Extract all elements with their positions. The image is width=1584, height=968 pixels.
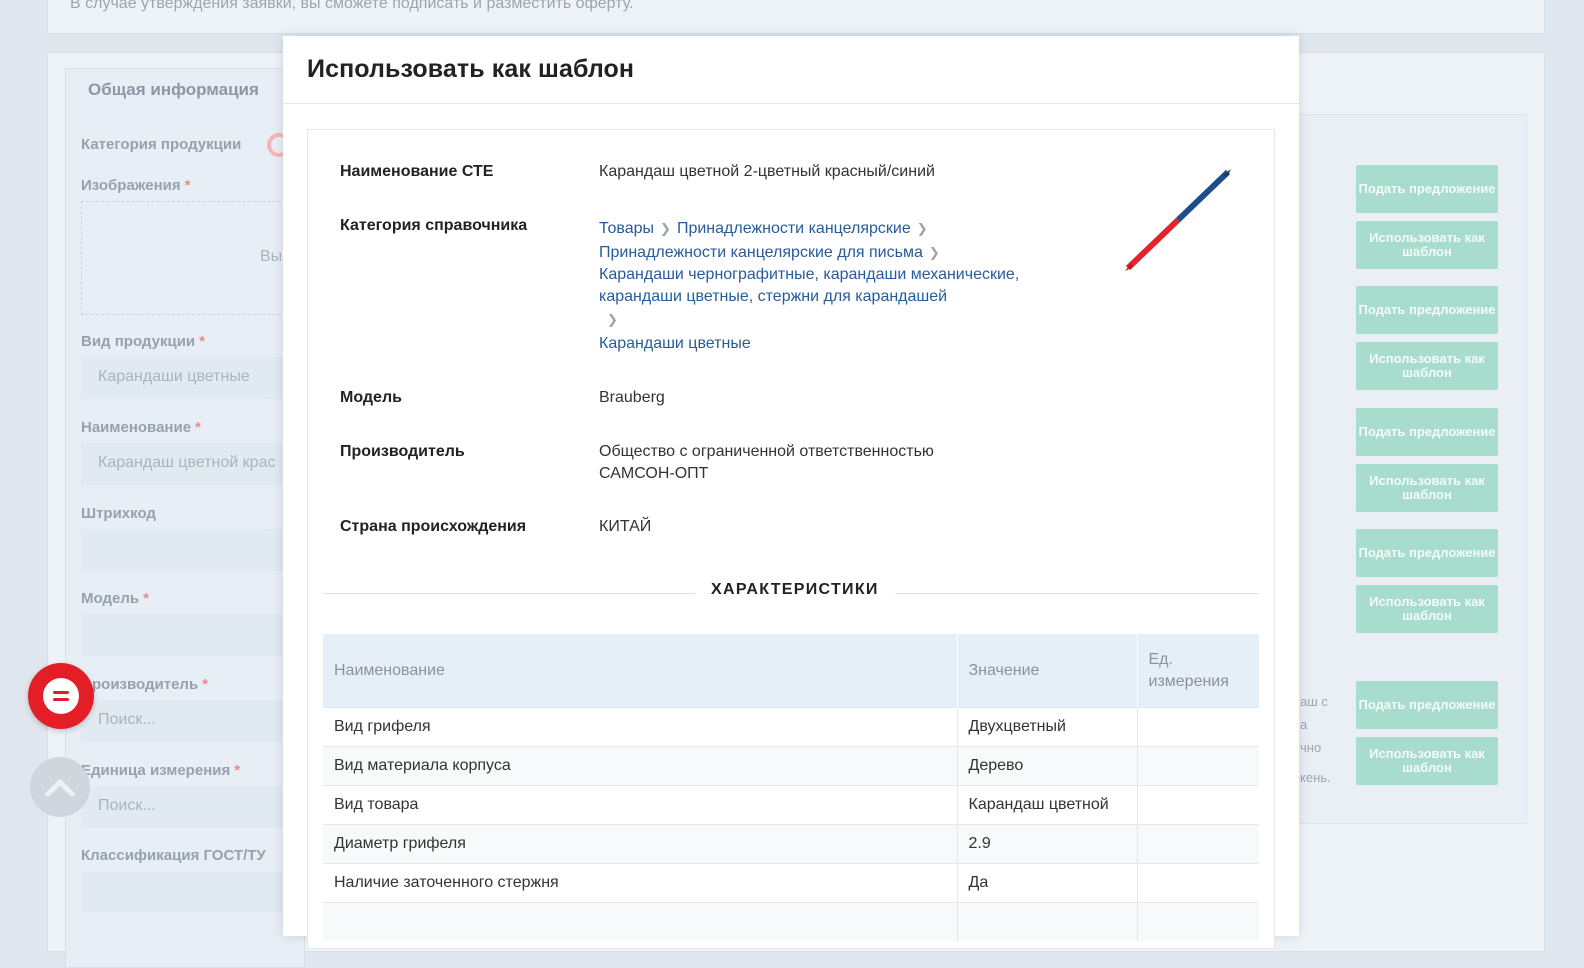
table-row: Вид грифеля Двухцветный xyxy=(323,707,1259,747)
section-title: Общая информация xyxy=(88,80,259,99)
breadcrumb: Товары ❯ Принадлежности канцелярские ❯ xyxy=(599,218,934,240)
table-row: Диаметр грифеля 2.9 xyxy=(323,824,1259,864)
model-value: Brauberg xyxy=(599,389,665,406)
image-dropzone[interactable]: Вы xyxy=(81,201,301,315)
manufacturer-value-line2: САМСОН-ОПТ xyxy=(599,465,709,482)
table-row: Наличие заточенного стержня Да xyxy=(323,863,1259,903)
breadcrumb-link-color-pencils[interactable]: Карандаши цветные xyxy=(599,333,751,355)
cell-value xyxy=(957,902,1138,941)
submit-offer-button[interactable]: Подать предложение xyxy=(1356,529,1498,577)
name-input[interactable]: Карандаш цветной крас xyxy=(81,443,301,485)
cell-unit xyxy=(1137,824,1259,864)
chat-button[interactable] xyxy=(28,663,94,729)
field-label-model: Модель * xyxy=(81,590,149,607)
cell-value: Карандаш цветной xyxy=(957,785,1138,825)
modal-header: Использовать как шаблон xyxy=(283,36,1299,104)
use-as-template-button[interactable]: Использовать как шаблон xyxy=(1356,221,1498,269)
cell-name xyxy=(323,902,958,941)
chat-icon xyxy=(43,678,79,714)
model-input[interactable] xyxy=(81,614,301,656)
cell-name: Диаметр грифеля xyxy=(323,824,958,864)
scroll-top-button[interactable] xyxy=(30,757,90,817)
submit-offer-button[interactable]: Подать предложение xyxy=(1356,165,1498,213)
manufacturer-label: Производитель xyxy=(340,443,465,460)
field-label-barcode: Штрихкод xyxy=(81,505,156,522)
gost-input[interactable] xyxy=(81,871,301,913)
characteristics-table: Наименование Значение Ед. измерения Вид … xyxy=(323,634,1259,941)
notice-text: В случае утверждения заявки, вы сможете … xyxy=(70,0,634,12)
country-value: КИТАЙ xyxy=(599,518,652,535)
product-card: Наименование СТЕ Карандаш цветной 2-цвет… xyxy=(307,129,1275,949)
name-label: Наименование СТЕ xyxy=(340,163,494,180)
cell-unit xyxy=(1137,902,1259,941)
country-label: Страна происхождения xyxy=(340,518,527,535)
field-label-category: Категория продукции xyxy=(81,136,242,153)
cell-unit xyxy=(1137,746,1259,786)
cell-value: Да xyxy=(957,863,1138,903)
table-row xyxy=(323,902,1259,941)
chevron-right-icon: ❯ xyxy=(607,312,618,327)
field-label-gost: Классификация ГОСТ/ТУ xyxy=(81,847,266,864)
column-header-name: Наименование xyxy=(323,634,958,708)
cell-name: Наличие заточенного стержня xyxy=(323,863,958,903)
use-as-template-button[interactable]: Использовать как шаблон xyxy=(1356,585,1498,633)
breadcrumb-link-pencils-line2[interactable]: карандаши цветные, стержни для карандаше… xyxy=(599,286,947,308)
category-label: Категория справочника xyxy=(340,217,528,234)
table-row: Вид материала корпуса Дерево xyxy=(323,746,1259,786)
submit-offer-button[interactable]: Подать предложение xyxy=(1356,286,1498,334)
chevron-up-icon xyxy=(45,779,75,797)
model-label: Модель xyxy=(340,389,402,406)
barcode-input[interactable] xyxy=(81,529,301,571)
cell-unit xyxy=(1137,863,1259,903)
chevron-right-icon: ❯ xyxy=(928,245,940,260)
product-image xyxy=(1125,169,1231,271)
cell-value: Дерево xyxy=(957,746,1138,786)
table-text-fragment: чно xyxy=(1300,740,1322,755)
manufacturer-value-line1: Общество с ограниченной ответственностью xyxy=(599,443,934,460)
cell-value: Двухцветный xyxy=(957,707,1138,747)
table-text-fragment: а xyxy=(1300,717,1308,732)
use-as-template-modal: Использовать как шаблон Наименование СТЕ… xyxy=(283,36,1299,949)
field-label-unit: Единица измерения * xyxy=(81,762,241,779)
cell-value: 2.9 xyxy=(957,824,1138,864)
breadcrumb-link-pencils-line1[interactable]: Карандаши чернографитные, карандаши меха… xyxy=(599,264,1019,286)
use-as-template-button[interactable]: Использовать как шаблон xyxy=(1356,737,1498,785)
unit-input[interactable]: Поиск... xyxy=(81,786,301,828)
cell-unit xyxy=(1137,785,1259,825)
field-label-product-type: Вид продукции * xyxy=(81,333,205,350)
use-as-template-button[interactable]: Использовать как шаблон xyxy=(1356,342,1498,390)
submit-offer-button[interactable]: Подать предложение xyxy=(1356,681,1498,729)
breadcrumb-link-goods[interactable]: Товары xyxy=(599,220,654,237)
table-row: Вид товара Карандаш цветной xyxy=(323,785,1259,825)
name-value: Карандаш цветной 2-цветный красный/синий xyxy=(599,163,935,180)
modal-title: Использовать как шаблон xyxy=(307,55,635,83)
column-header-unit: Ед. измерения xyxy=(1137,634,1259,708)
cell-unit xyxy=(1137,707,1259,747)
breadcrumb: Принадлежности канцелярские для письма ❯ xyxy=(599,242,946,264)
field-label-manufacturer: роизводитель * xyxy=(92,676,209,693)
field-label-name: Наименование * xyxy=(81,419,201,436)
table-header-row: Наименование Значение Ед. измерения xyxy=(323,634,1259,708)
table-text-fragment: кень. xyxy=(1300,770,1331,785)
table-text-fragment: аш с xyxy=(1300,694,1328,709)
field-label-images: Изображения * xyxy=(81,177,191,194)
breadcrumb-link-writing[interactable]: Принадлежности канцелярские для письма xyxy=(599,244,923,261)
submit-offer-button[interactable]: Подать предложение xyxy=(1356,408,1498,456)
use-as-template-button[interactable]: Использовать как шаблон xyxy=(1356,464,1498,512)
cell-name: Вид товара xyxy=(323,785,958,825)
cell-name: Вид материала корпуса xyxy=(323,746,958,786)
breadcrumb-link-stationery[interactable]: Принадлежности канцелярские xyxy=(677,220,911,237)
product-type-input[interactable]: Карандаши цветные xyxy=(81,357,301,399)
notice-banner: В случае утверждения заявки, вы сможете … xyxy=(47,0,1545,34)
cell-name: Вид грифеля xyxy=(323,707,958,747)
chevron-right-icon: ❯ xyxy=(916,221,928,236)
characteristics-title: ХАРАКТЕРИСТИКИ xyxy=(695,581,895,599)
chevron-right-icon: ❯ xyxy=(660,221,671,236)
column-header-value: Значение xyxy=(957,634,1138,708)
manufacturer-input[interactable]: Поиск... xyxy=(81,700,301,742)
